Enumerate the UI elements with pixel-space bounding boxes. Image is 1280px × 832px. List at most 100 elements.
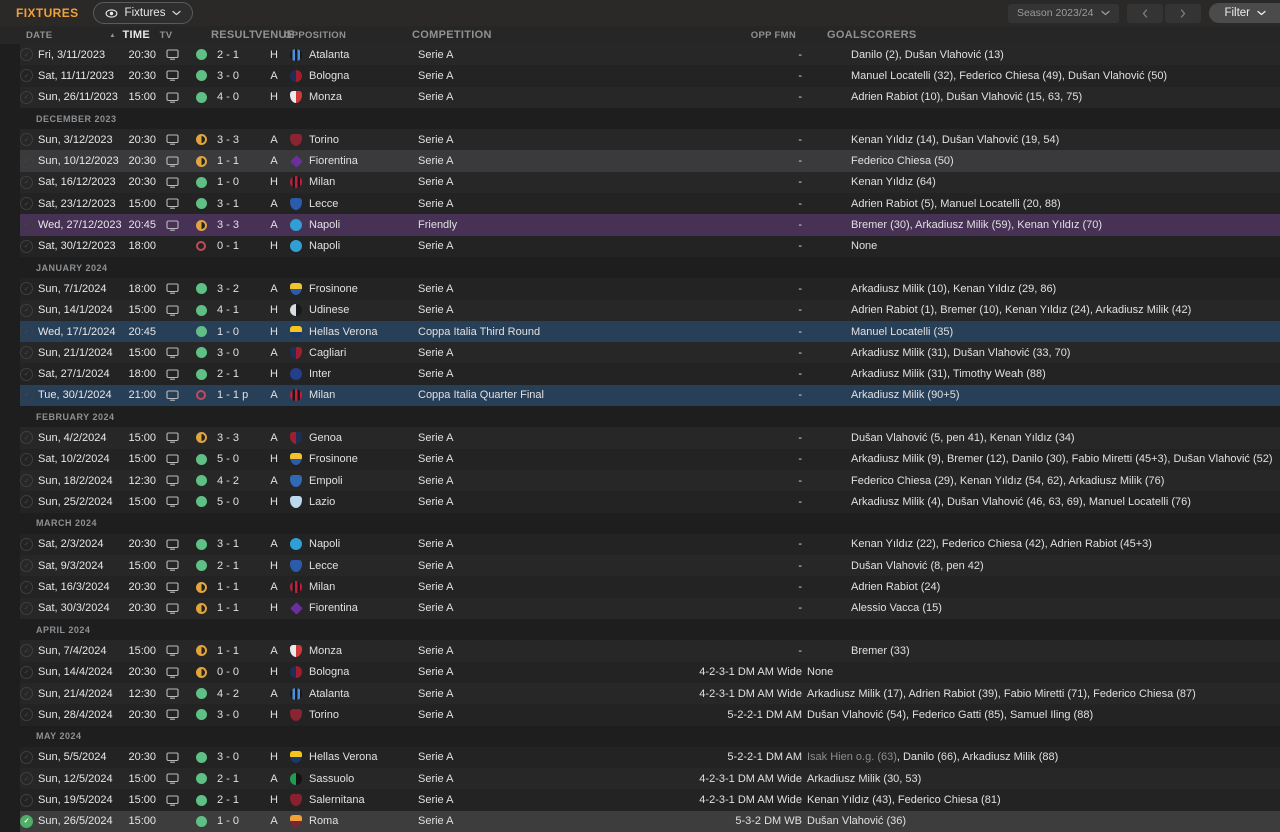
opposition-name: Genoa: [309, 431, 343, 444]
fixture-venue: H: [270, 602, 278, 615]
fixture-competition: Serie A: [418, 282, 454, 295]
fixture-row[interactable]: Tue, 30/1/2024 21:00 1 - 1 p A Milan Coppa It…: [20, 384, 1280, 407]
team-badge-wrap: [290, 495, 309, 508]
column-header-tv[interactable]: TV: [150, 30, 182, 41]
opp-formation: -: [798, 368, 802, 381]
fixture-time: 18:00: [128, 240, 156, 253]
fixture-row[interactable]: Sat, 16/3/2024 20:30 1 - 1 A Milan Serie A - Ad…: [20, 576, 1280, 598]
opposition-cell: Udinese: [287, 304, 414, 317]
team-badge-wrap: [290, 559, 309, 572]
team-badge-wrap: [290, 176, 309, 189]
fixture-date: Sat, 16/3/2024: [38, 581, 110, 594]
fixture-venue: H: [270, 666, 278, 679]
fixture-venue: A: [270, 644, 278, 657]
played-check-cell: [20, 69, 38, 83]
team-badge: [290, 495, 302, 508]
column-header-goalscorers[interactable]: GOALSCORERS: [824, 29, 1280, 41]
fixture-result: 0 - 0: [217, 666, 240, 679]
tv-cell: [156, 432, 188, 444]
opposition-cell: Napoli: [287, 219, 414, 232]
fixture-row[interactable]: Sun, 7/4/2024 15:00 1 - 1 A Monza Serie A - Bre…: [20, 640, 1280, 662]
played-check-icon: [20, 474, 33, 488]
fixture-result: 1 - 0: [217, 815, 240, 828]
next-season-button[interactable]: [1165, 3, 1202, 23]
column-header-time[interactable]: TIME: [122, 29, 150, 41]
goalscorers-cell: Adrien Rabiot (10), Dušan Vlahović (15, …: [848, 91, 1280, 103]
fixture-row[interactable]: Sun, 19/5/2024 15:00 2 - 1 H Salernitana Seri…: [20, 789, 1280, 811]
column-header-result[interactable]: RESULT: [208, 29, 256, 41]
fixture-date: Sun, 12/5/2024: [38, 772, 113, 785]
goalscorer-text: Kenan Yıldız (14), Dušan Vlahović (19, 5…: [851, 133, 1060, 146]
fixture-result: 2 - 1: [217, 794, 240, 807]
goalscorers-cell: Kenan Yıldız (64): [848, 176, 1280, 188]
fixture-row[interactable]: Sat, 16/12/2023 20:30 1 - 0 H Milan Serie A - K…: [20, 171, 1280, 194]
tv-cell: [156, 454, 188, 465]
opp-formation: -: [798, 346, 802, 359]
view-selector-button[interactable]: Fixtures: [92, 2, 194, 24]
tv-cell: [156, 49, 188, 60]
tv-cell: [156, 198, 188, 209]
fixture-row[interactable]: Sun, 14/1/2024 15:00 4 - 1 H Udinese Serie A -…: [20, 299, 1280, 321]
fixture-row[interactable]: Sun, 25/2/2024 15:00 5 - 0 H Lazio Serie A - Ar…: [20, 491, 1280, 513]
fixture-row[interactable]: Sat, 11/11/2023 20:30 3 - 0 A Bologna Serie A…: [20, 65, 1280, 87]
fixture-row[interactable]: Sat, 30/3/2024 20:30 1 - 1 H Fiorentina Serie…: [20, 597, 1280, 620]
played-check-cell: [20, 814, 38, 828]
tv-icon: [165, 773, 179, 784]
column-header-date[interactable]: DATE ▲: [26, 30, 122, 41]
goalscorer-text: , Danilo (66), Arkadiusz Milik (88): [896, 751, 1059, 764]
fixture-row[interactable]: Sun, 12/5/2024 15:00 2 - 1 A Sassuolo Serie A…: [20, 768, 1280, 790]
played-check-cell: [20, 665, 38, 679]
fixture-row[interactable]: Fri, 3/11/2023 20:30 2 - 1 H Atalanta Serie A…: [20, 44, 1280, 66]
fixture-row[interactable]: Sun, 21/1/2024 15:00 3 - 0 A Cagliari Serie A…: [20, 342, 1280, 364]
played-check-cell: [20, 772, 38, 786]
fixture-row[interactable]: Sun, 3/12/2023 20:30 3 - 3 A Torino Serie A - K…: [20, 129, 1280, 151]
fixture-row[interactable]: Sun, 26/5/2024 15:00 1 - 0 A Roma Serie A 5-3-…: [20, 810, 1280, 832]
fixture-row[interactable]: Sun, 5/5/2024 20:30 3 - 0 H Hellas Verona Ser…: [20, 746, 1280, 769]
fixture-date: Wed, 17/1/2024: [38, 325, 116, 338]
win-indicator-icon: [195, 347, 207, 359]
team-badge-wrap: [290, 815, 309, 828]
fixture-row[interactable]: Sat, 2/3/2024 20:30 3 - 1 A Napoli Serie A - Ke…: [20, 533, 1280, 556]
fixture-row[interactable]: Sat, 9/3/2024 15:00 2 - 1 H Lecce Serie A - Duš…: [20, 555, 1280, 577]
fixture-time: 15:00: [128, 197, 156, 210]
fixture-row[interactable]: Sun, 4/2/2024 15:00 3 - 3 A Genoa Serie A - Duš…: [20, 427, 1280, 449]
fixture-competition: Serie A: [418, 69, 454, 82]
fixture-row[interactable]: Wed, 27/12/2023 20:45 3 - 3 A Napoli Friendly…: [20, 214, 1280, 236]
tv-icon: [165, 49, 179, 60]
fixture-row[interactable]: Sat, 27/1/2024 18:00 2 - 1 H Inter Serie A - Ar…: [20, 363, 1280, 385]
fixture-result: 5 - 0: [217, 495, 240, 508]
opposition-cell: Hellas Verona: [287, 325, 414, 338]
fixture-row[interactable]: Sat, 23/12/2023 15:00 3 - 1 A Lecce Serie A - A…: [20, 193, 1280, 215]
column-header-competition[interactable]: COMPETITION: [408, 29, 668, 41]
team-badge: [290, 687, 302, 700]
fixture-row[interactable]: Sun, 18/2/2024 12:30 4 - 2 A Empoli Serie A - F…: [20, 469, 1280, 492]
team-badge-wrap: [290, 389, 309, 402]
fixture-result: 1 - 1 p: [217, 389, 249, 402]
opposition-cell: Roma: [287, 815, 414, 828]
fixture-row[interactable]: Sun, 28/4/2024 20:30 3 - 0 H Torino Serie A 5-…: [20, 704, 1280, 726]
season-selector[interactable]: Season 2023/24: [1007, 3, 1120, 23]
fixture-competition: Serie A: [418, 559, 454, 572]
played-check-icon: [20, 90, 33, 104]
column-header-opposition[interactable]: OPPOSITION: [281, 30, 408, 41]
column-header-venue[interactable]: VENUE: [255, 29, 294, 41]
fixture-venue: A: [270, 772, 278, 785]
tv-cell: [156, 475, 188, 486]
fixture-row[interactable]: Sun, 10/12/2023 20:30 1 - 1 A Fiorentina Seri…: [20, 150, 1280, 172]
fixture-competition: Serie A: [418, 48, 454, 61]
month-header-row: MAY 2024: [20, 726, 1280, 747]
fixture-row[interactable]: Sun, 21/4/2024 12:30 4 - 2 A Atalanta Serie A…: [20, 682, 1280, 705]
fixture-row[interactable]: Sun, 26/11/2023 15:00 4 - 0 H Monza Serie A - A…: [20, 86, 1280, 108]
fixture-row[interactable]: Sat, 10/2/2024 15:00 5 - 0 H Frosinone Serie …: [20, 448, 1280, 470]
win-indicator-icon: [195, 304, 207, 316]
fixture-row[interactable]: Sun, 7/1/2024 18:00 3 - 2 A Frosinone Serie A…: [20, 278, 1280, 300]
filter-button[interactable]: Filter: [1209, 3, 1280, 23]
opposition-cell: Lecce: [287, 559, 414, 572]
fixture-row[interactable]: Sat, 30/12/2023 18:00 0 - 1 H Napoli Serie A -…: [20, 235, 1280, 257]
team-badge: [290, 666, 302, 679]
fixture-row[interactable]: Wed, 17/1/2024 20:45 1 - 0 H Hellas Verona Co…: [20, 320, 1280, 343]
previous-season-button[interactable]: [1127, 3, 1164, 23]
fixture-row[interactable]: Sun, 14/4/2024 20:30 0 - 0 H Bologna Serie A 4…: [20, 661, 1280, 683]
column-header-opp-fmn[interactable]: OPP FMN: [668, 30, 824, 41]
opposition-name: Torino: [309, 708, 339, 721]
